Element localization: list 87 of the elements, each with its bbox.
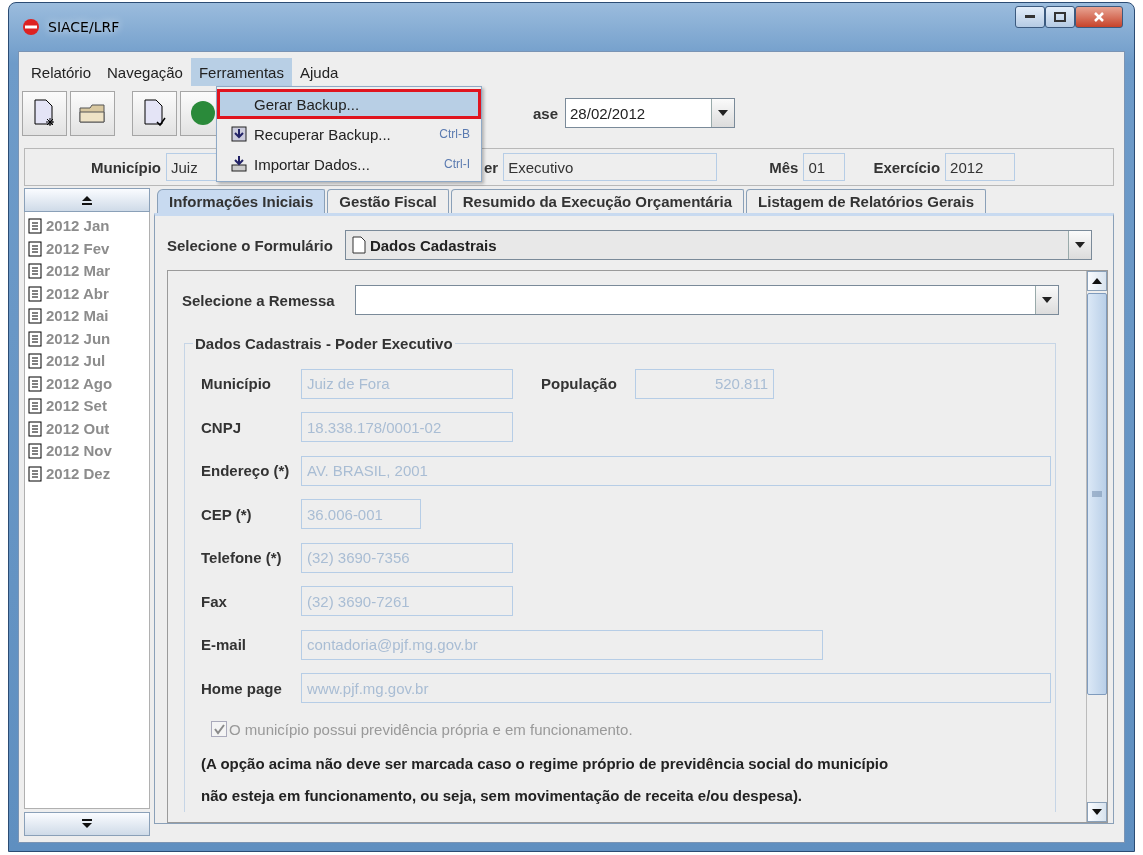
new-document-button[interactable] xyxy=(22,90,67,136)
date-dropdown[interactable]: 28/02/2012 xyxy=(565,98,736,128)
tab[interactable]: Listagem de Relatórios Gerais xyxy=(746,189,986,213)
document-icon xyxy=(28,330,42,347)
close-icon xyxy=(1093,11,1105,23)
minimize-icon xyxy=(1025,15,1035,19)
caret-icon xyxy=(1040,296,1053,304)
grip-icon xyxy=(1092,491,1102,497)
form-dropdown[interactable]: Dados Cadastrais xyxy=(344,230,1092,260)
note-text: não esteja em funcionamento, ou seja, sem movimentação de receita e/ou despesa). xyxy=(201,786,804,806)
checkbox-label: O município possui previdência própria e em funcionamento. xyxy=(229,720,633,738)
shipment-dropdown[interactable] xyxy=(354,285,1059,315)
maximize-icon xyxy=(1054,12,1066,22)
month-item[interactable]: 2012 Jul xyxy=(46,353,106,370)
maximize-button[interactable] xyxy=(1045,6,1075,28)
document-icon xyxy=(28,443,42,460)
field-label: Município xyxy=(91,158,161,176)
document-icon xyxy=(28,240,42,257)
menu-item[interactable]: Navegação xyxy=(99,58,191,86)
document-icon xyxy=(28,285,42,302)
tab[interactable]: Resumido da Execução Orçamentária xyxy=(450,189,745,213)
window-title: SIACE/LRF xyxy=(48,19,121,35)
field-label: Home page xyxy=(201,679,283,697)
caret-down-icon xyxy=(1092,809,1102,815)
field-label: Município xyxy=(201,375,272,393)
field-label: População xyxy=(541,375,618,393)
date-label: ase xyxy=(533,104,559,122)
scroll-down-button[interactable] xyxy=(24,812,150,836)
document-icon xyxy=(28,263,42,280)
month-item[interactable]: 2012 Ago xyxy=(46,375,113,392)
field-label: E-mail xyxy=(201,636,247,654)
scrollbar[interactable] xyxy=(1086,271,1107,822)
tab[interactable]: Informações Iniciais xyxy=(157,189,326,213)
month-item[interactable]: 2012 Dez xyxy=(46,465,111,482)
month-item[interactable]: 2012 Abr xyxy=(46,285,109,302)
field-label: Mês xyxy=(769,158,799,176)
close-button[interactable] xyxy=(1075,6,1123,28)
month-item[interactable]: 2012 Mar xyxy=(46,263,111,280)
check-document-button[interactable] xyxy=(132,90,177,136)
field-label: Endereço (*) xyxy=(201,462,291,480)
folder-icon xyxy=(77,102,108,124)
month-item[interactable]: 2012 Set xyxy=(46,398,107,415)
note-text: (A opção acima não deve ser marcada caso o regime próprio de previdência social do município xyxy=(201,754,890,774)
import-icon xyxy=(230,155,248,173)
menu-item[interactable]: Recuperar Backup... Ctrl-B xyxy=(217,119,481,149)
scroll-up-button[interactable] xyxy=(24,188,150,212)
caret-down-icon xyxy=(81,819,93,829)
field-label: Telefone (*) xyxy=(201,549,283,567)
month-item[interactable]: 2012 Out xyxy=(46,420,110,437)
menu-item[interactable]: Ferramentas xyxy=(190,58,292,86)
month-item[interactable]: 2012 Jan xyxy=(46,218,110,235)
text-field[interactable]: 01 xyxy=(803,153,846,181)
caret-icon xyxy=(1073,241,1086,249)
menu-item[interactable]: Ajuda xyxy=(291,58,347,86)
month-item[interactable]: 2012 Fev xyxy=(46,240,110,257)
menu-item[interactable]: Gerar Backup... xyxy=(217,89,481,119)
month-item[interactable]: 2012 Mai xyxy=(46,308,109,325)
document-icon xyxy=(28,353,42,370)
caret-icon xyxy=(717,109,730,117)
document-icon xyxy=(28,308,42,325)
folder-button[interactable] xyxy=(70,90,115,136)
form-select-label: Selecione o Formulário xyxy=(167,236,333,254)
field-label: Fax xyxy=(201,592,228,610)
document-icon xyxy=(28,375,42,392)
tab[interactable]: Gestão Fiscal xyxy=(327,189,449,213)
document-icon xyxy=(28,218,42,235)
document-check-icon xyxy=(141,98,168,128)
document-icon xyxy=(28,420,42,437)
month-item[interactable]: 2012 Nov xyxy=(46,443,112,460)
field-label: CEP (*) xyxy=(201,505,253,523)
shipment-select-label: Selecione a Remessa xyxy=(182,291,335,309)
restore-icon xyxy=(230,125,248,143)
caret-up-icon xyxy=(1092,278,1102,284)
field-label: CNPJ xyxy=(201,418,242,436)
group-title: Dados Cadastrais - Poder Executivo xyxy=(194,335,454,352)
app-logo-icon xyxy=(22,18,40,36)
month-item[interactable]: 2012 Jun xyxy=(46,330,111,347)
text-field[interactable]: Executivo xyxy=(503,153,718,181)
document-icon xyxy=(28,398,42,415)
field-label: Exercício xyxy=(873,158,941,176)
text-field[interactable]: 2012 xyxy=(945,153,1016,181)
document-icon xyxy=(28,465,42,482)
document-icon xyxy=(351,236,366,254)
menu-item[interactable]: Relatório xyxy=(23,58,100,86)
minimize-button[interactable] xyxy=(1015,6,1045,28)
field-label: er xyxy=(484,158,499,176)
eject-icon xyxy=(81,195,93,205)
